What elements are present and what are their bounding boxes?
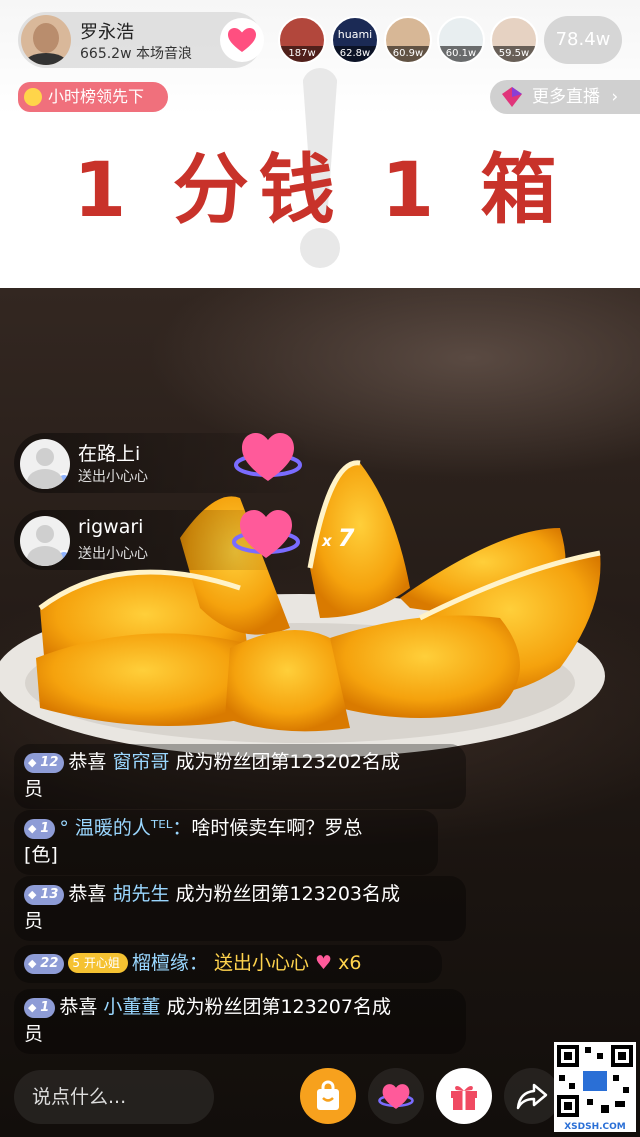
rank-label: 小时榜领先下: [48, 87, 145, 106]
more-live-label: 更多直播: [532, 87, 600, 107]
viewer-score: 187w: [280, 46, 324, 62]
chat-message[interactable]: 12恭喜 窗帘哥 成为粉丝团第123202名成员: [14, 744, 466, 809]
chat-text: 成为粉丝团第123202名成: [169, 751, 401, 773]
chat-text: 成为粉丝团第123203名成: [169, 883, 401, 905]
heart-gift-icon: [232, 510, 300, 558]
chat-message[interactable]: 1恭喜 小董董 成为粉丝团第123207名成员: [14, 989, 466, 1054]
viewer-score: 62.8w: [333, 46, 377, 62]
top-viewer-3[interactable]: 60.9w: [384, 16, 432, 64]
chat-username[interactable]: 小董董: [103, 996, 160, 1018]
chat-text: 恭喜: [59, 996, 104, 1018]
chevron-right-icon: ›: [611, 87, 619, 107]
shopping-bag-button[interactable]: [300, 1068, 356, 1124]
gift-notification[interactable]: rigwari 送出小心心: [14, 510, 314, 570]
qr-code-watermark: XSDSH.COM: [554, 1042, 636, 1132]
host-stat: 665.2w 本场音浪: [80, 46, 192, 62]
send-heart-button[interactable]: [368, 1068, 424, 1124]
qr-code-icon: [557, 1045, 633, 1117]
viewer-score: 60.1w: [439, 46, 483, 62]
gift-button[interactable]: [436, 1068, 492, 1124]
heart-gift-icon: [234, 433, 302, 481]
heart-icon: [228, 28, 256, 52]
host-info[interactable]: 罗永浩 665.2w 本场音浪: [18, 12, 264, 68]
chat-text: [色]: [24, 844, 58, 866]
host-name: 罗永浩: [80, 22, 134, 43]
audience-count[interactable]: 78.4w: [544, 16, 622, 64]
gift-box-icon: [451, 1085, 477, 1110]
heart-gift-icon: ♥: [308, 952, 339, 974]
heart-gift-icon: [378, 1084, 414, 1109]
gift-count: x6: [338, 952, 362, 974]
top-viewer-5[interactable]: 59.5w: [490, 16, 538, 64]
gifter-avatar[interactable]: [20, 516, 70, 566]
viewer-score: 59.5w: [492, 46, 536, 62]
chat-text: 员: [24, 910, 44, 932]
host-avatar[interactable]: [21, 15, 71, 65]
chat-text: 啥时候卖车啊？罗总: [191, 817, 363, 839]
top-viewer-1[interactable]: 187w: [278, 16, 326, 64]
chat-text: 恭喜: [68, 751, 113, 773]
chat-username[interactable]: 窗帘哥: [112, 751, 169, 773]
top-viewer-2[interactable]: huami 62.8w: [331, 16, 379, 64]
chat-text: 员: [24, 1023, 44, 1045]
viewer-label: huami: [337, 28, 373, 41]
chat-message[interactable]: 1° 温暖的人ᵀᴱᴸ：啥时候卖车啊？罗总 [色]: [14, 810, 438, 875]
hourly-rank-badge[interactable]: 小时榜领先下: [18, 82, 168, 112]
share-button[interactable]: [504, 1068, 560, 1124]
gift-description: 送出小心心: [78, 546, 148, 562]
chat-username[interactable]: 榴檀缘：: [132, 952, 208, 974]
user-level-badge: 13: [24, 885, 65, 905]
comment-input[interactable]: 说点什么...: [14, 1070, 214, 1124]
gifter-name: rigwari: [78, 516, 144, 538]
chat-username[interactable]: 胡先生: [112, 883, 169, 905]
watermark-text: XSDSH.COM: [564, 1122, 626, 1132]
user-level-badge: 1: [24, 819, 56, 839]
gifter-avatar[interactable]: [20, 439, 70, 489]
gifter-name: 在路上i: [78, 443, 141, 465]
chat-text: 员: [24, 778, 44, 800]
top-viewer-4[interactable]: 60.1w: [437, 16, 485, 64]
clock-icon: [24, 88, 42, 106]
user-level-badge: 22: [24, 954, 65, 974]
gift-notification[interactable]: 在路上i 送出小心心: [14, 433, 314, 493]
chat-text: 成为粉丝团第123207名成: [160, 996, 391, 1018]
fan-club-badge: 5 开心姐: [68, 953, 128, 973]
gift-text: 送出小心心: [213, 952, 309, 974]
shopping-bag-icon: [317, 1080, 339, 1110]
follow-heart-button[interactable]: [220, 18, 264, 62]
gem-icon: [502, 87, 522, 107]
user-level-badge: 12: [24, 753, 65, 773]
more-live-button[interactable]: 更多直播 ›: [490, 80, 640, 114]
user-level-badge: 1: [24, 998, 56, 1018]
chat-username[interactable]: ° 温暖的人ᵀᴱᴸ：: [59, 817, 191, 839]
promo-text: 1 分钱 1 箱: [73, 145, 567, 234]
viewer-score: 60.9w: [386, 46, 430, 62]
share-arrow-icon: [516, 1083, 548, 1110]
gift-combo-count: x7: [322, 524, 355, 552]
chat-message[interactable]: 13恭喜 胡先生 成为粉丝团第123203名成员: [14, 876, 466, 941]
chat-message[interactable]: 225 开心姐榴檀缘： 送出小心心 ♥ x6: [14, 945, 442, 983]
chat-text: 恭喜: [68, 883, 113, 905]
gift-description: 送出小心心: [78, 469, 148, 485]
